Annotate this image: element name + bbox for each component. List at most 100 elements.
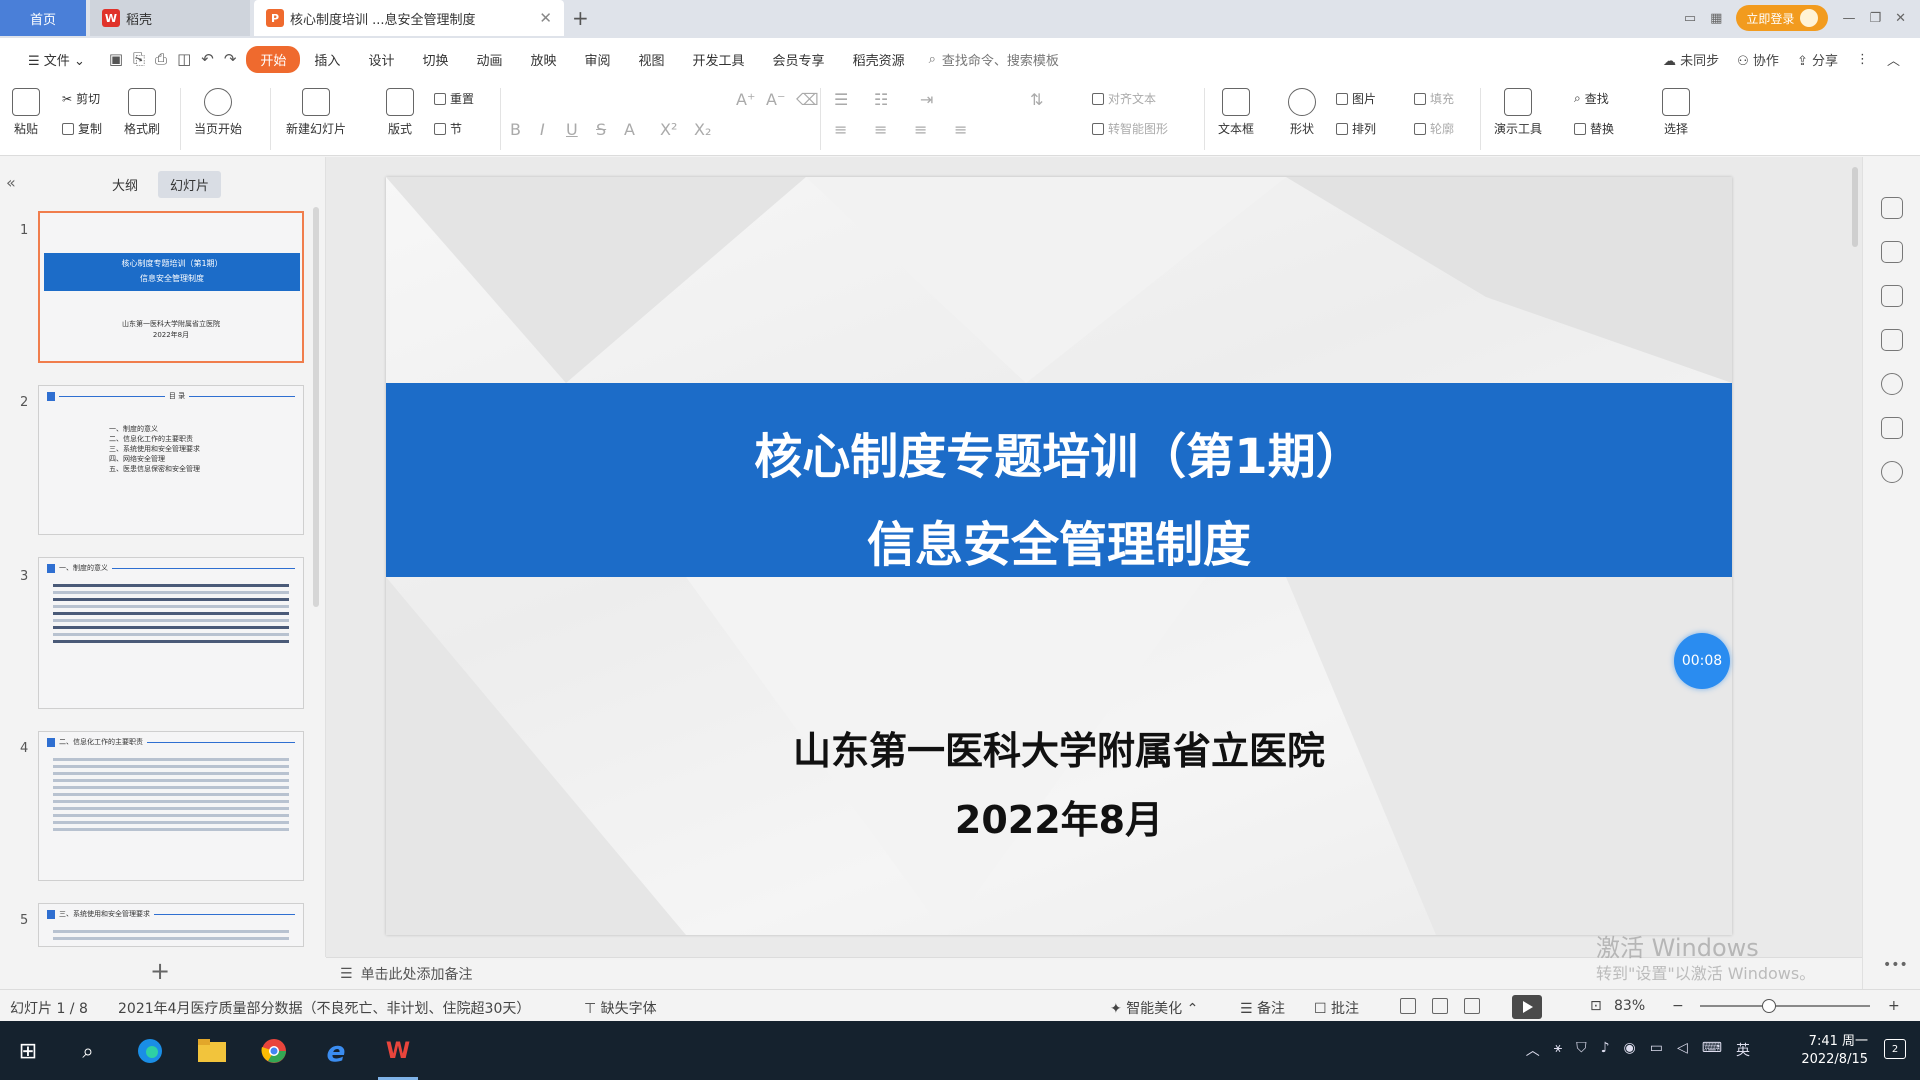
present-tools-button[interactable]: 演示工具 xyxy=(1494,88,1542,137)
indent-icon[interactable]: ⇥ xyxy=(920,90,933,109)
export-icon[interactable]: ⎘ xyxy=(133,50,145,68)
menu-developer[interactable]: 开发工具 xyxy=(679,46,759,73)
chrome-icon[interactable] xyxy=(256,1033,292,1069)
slide[interactable]: 核心制度专题培训（第1期） 信息安全管理制度 山东第一医科大学附属省立医院 20… xyxy=(386,177,1732,935)
comments-button[interactable]: ☐ 批注 xyxy=(1314,998,1359,1018)
menu-insert[interactable]: 插入 xyxy=(300,46,354,73)
sync-button[interactable]: ☁ 未同步 xyxy=(1663,50,1719,69)
preview-icon[interactable]: ◫ xyxy=(177,50,191,68)
zoom-slider-handle[interactable] xyxy=(1762,999,1776,1013)
new-tab-button[interactable]: + xyxy=(572,6,589,30)
sorter-view-icon[interactable] xyxy=(1432,998,1448,1014)
textbox-button[interactable]: 文本框 xyxy=(1218,88,1254,137)
save-icon[interactable]: ▣ xyxy=(109,50,123,68)
replace-button[interactable]: 替换 xyxy=(1574,120,1614,137)
undo-icon[interactable]: ↶ xyxy=(201,50,214,68)
new-slide-button[interactable]: 新建幻灯片 xyxy=(286,88,346,137)
menu-slideshow[interactable]: 放映 xyxy=(516,46,570,73)
slide-subtitle[interactable]: 信息安全管理制度 xyxy=(386,505,1732,575)
outline-button[interactable]: 轮廓 xyxy=(1414,120,1454,137)
select-button[interactable]: 选择 xyxy=(1662,88,1690,137)
format-painter-button[interactable]: 格式刷 xyxy=(124,88,160,137)
speaker-icon[interactable]: ◁ xyxy=(1677,1040,1688,1060)
tab-outline[interactable]: 大纲 xyxy=(100,171,150,198)
command-search[interactable]: ⌕ 查找命令、搜索模板 xyxy=(929,50,1059,69)
collapse-panel-icon[interactable]: « xyxy=(6,173,16,192)
slide-thumb-5[interactable]: 三、系统使用和安全管理要求 xyxy=(38,903,304,947)
superscript-icon[interactable]: X² xyxy=(660,120,677,139)
canvas-scrollbar[interactable] xyxy=(1852,167,1858,247)
tab-slides[interactable]: 幻灯片 xyxy=(158,171,222,198)
bullet-list-icon[interactable]: ☰ xyxy=(834,90,848,109)
collapse-ribbon-icon[interactable]: ︿ xyxy=(1887,50,1900,69)
menu-animation[interactable]: 动画 xyxy=(462,46,516,73)
menu-resources[interactable]: 稻壳资源 xyxy=(839,46,919,73)
play-slideshow-button[interactable] xyxy=(1512,995,1542,1019)
reading-view-icon[interactable] xyxy=(1464,998,1480,1014)
font-shrink-icon[interactable]: A⁻ xyxy=(766,90,785,109)
from-current-button[interactable]: 当页开始 xyxy=(194,88,242,137)
search-icon[interactable]: ⌕ xyxy=(70,1033,106,1069)
clock[interactable]: 7:41 周一 2022/8/15 xyxy=(1801,1033,1868,1069)
menu-member[interactable]: 会员专享 xyxy=(759,46,839,73)
minimize-icon[interactable]: — xyxy=(1842,11,1855,26)
more-icon[interactable]: ••• xyxy=(1883,957,1908,973)
menu-design[interactable]: 设计 xyxy=(354,46,408,73)
chevron-up-icon[interactable]: ︿ xyxy=(1526,1040,1540,1060)
windows-start-icon[interactable]: ⊞ xyxy=(10,1033,46,1069)
menu-home[interactable]: 开始 xyxy=(246,45,301,73)
copy-button[interactable]: 复制 xyxy=(62,120,102,137)
mic-icon[interactable]: ♪ xyxy=(1601,1040,1610,1060)
network-icon[interactable]: ⚹ xyxy=(1554,1040,1562,1060)
redo-icon[interactable]: ↷ xyxy=(224,50,237,68)
find-button[interactable]: ⌕ 查找 xyxy=(1574,90,1609,107)
zoom-slider[interactable] xyxy=(1700,1005,1870,1007)
numbered-list-icon[interactable]: ☷ xyxy=(874,90,888,109)
menu-review[interactable]: 审阅 xyxy=(571,46,625,73)
notes-button[interactable]: ☰ 备注 xyxy=(1240,998,1285,1018)
edge-icon[interactable] xyxy=(132,1033,168,1069)
zoom-out-icon[interactable]: − xyxy=(1672,998,1684,1014)
help-icon[interactable] xyxy=(1881,373,1903,395)
keyboard-icon[interactable]: ⌨ xyxy=(1702,1040,1722,1060)
text-direction-icon[interactable]: ⇅ xyxy=(1030,90,1043,109)
bold-icon[interactable]: B xyxy=(510,120,521,139)
wps-taskbar-icon[interactable]: W xyxy=(380,1033,416,1069)
justify-icon[interactable]: ≡ xyxy=(954,120,967,139)
tab-home[interactable]: 首页 xyxy=(0,0,86,36)
font-grow-icon[interactable]: A⁺ xyxy=(736,90,755,109)
pin-icon[interactable] xyxy=(1881,285,1903,307)
file-menu[interactable]: ☰ 文件 ⌄ xyxy=(14,46,99,73)
file-explorer-icon[interactable] xyxy=(194,1033,230,1069)
collab-button[interactable]: ⚇ 协作 xyxy=(1737,50,1779,69)
beautify-button[interactable]: ✦ 智能美化 ⌃ xyxy=(1110,998,1198,1018)
fill-button[interactable]: 填充 xyxy=(1414,90,1454,107)
more-icon[interactable]: ⋮ xyxy=(1856,52,1869,67)
slide-thumb-3[interactable]: 一、制度的意义 xyxy=(38,557,304,709)
grid-icon[interactable]: ▦ xyxy=(1710,11,1722,26)
ie-icon[interactable]: e xyxy=(318,1033,354,1069)
tab-document[interactable]: P 核心制度培训 ...息安全管理制度 ✕ xyxy=(254,0,564,36)
style-icon[interactable] xyxy=(1881,197,1903,219)
print-icon[interactable]: ⎙ xyxy=(155,50,167,68)
shield-icon[interactable]: ⛉ xyxy=(1576,1040,1587,1060)
align-center-icon[interactable]: ≡ xyxy=(874,120,887,139)
tab-wps[interactable]: W 稻壳 xyxy=(90,0,250,36)
reset-button[interactable]: 重置 xyxy=(434,90,474,107)
paste-button[interactable]: 粘贴 xyxy=(12,88,40,137)
italic-icon[interactable]: I xyxy=(540,120,545,139)
strikethrough-icon[interactable]: S xyxy=(596,120,606,139)
transition-icon[interactable] xyxy=(1881,329,1903,351)
share-button[interactable]: ⇪ 分享 xyxy=(1797,50,1838,69)
restore-icon[interactable]: ❐ xyxy=(1869,11,1881,26)
zoom-level[interactable]: 83% xyxy=(1614,998,1645,1014)
zoom-in-icon[interactable]: + xyxy=(1888,998,1900,1014)
picture-button[interactable]: 图片 xyxy=(1336,90,1376,107)
close-icon[interactable]: ✕ xyxy=(539,9,552,27)
recording-timer[interactable]: 00:08 xyxy=(1674,633,1730,689)
normal-view-icon[interactable] xyxy=(1400,998,1416,1014)
fit-icon[interactable]: ⊡ xyxy=(1590,998,1602,1014)
menu-transition[interactable]: 切换 xyxy=(408,46,462,73)
slide-title[interactable]: 核心制度专题培训（第1期） xyxy=(386,417,1732,487)
slide-thumb-1[interactable]: 核心制度专题培训（第1期） 信息安全管理制度 山东第一医科大学附属省立医院 20… xyxy=(38,211,304,363)
